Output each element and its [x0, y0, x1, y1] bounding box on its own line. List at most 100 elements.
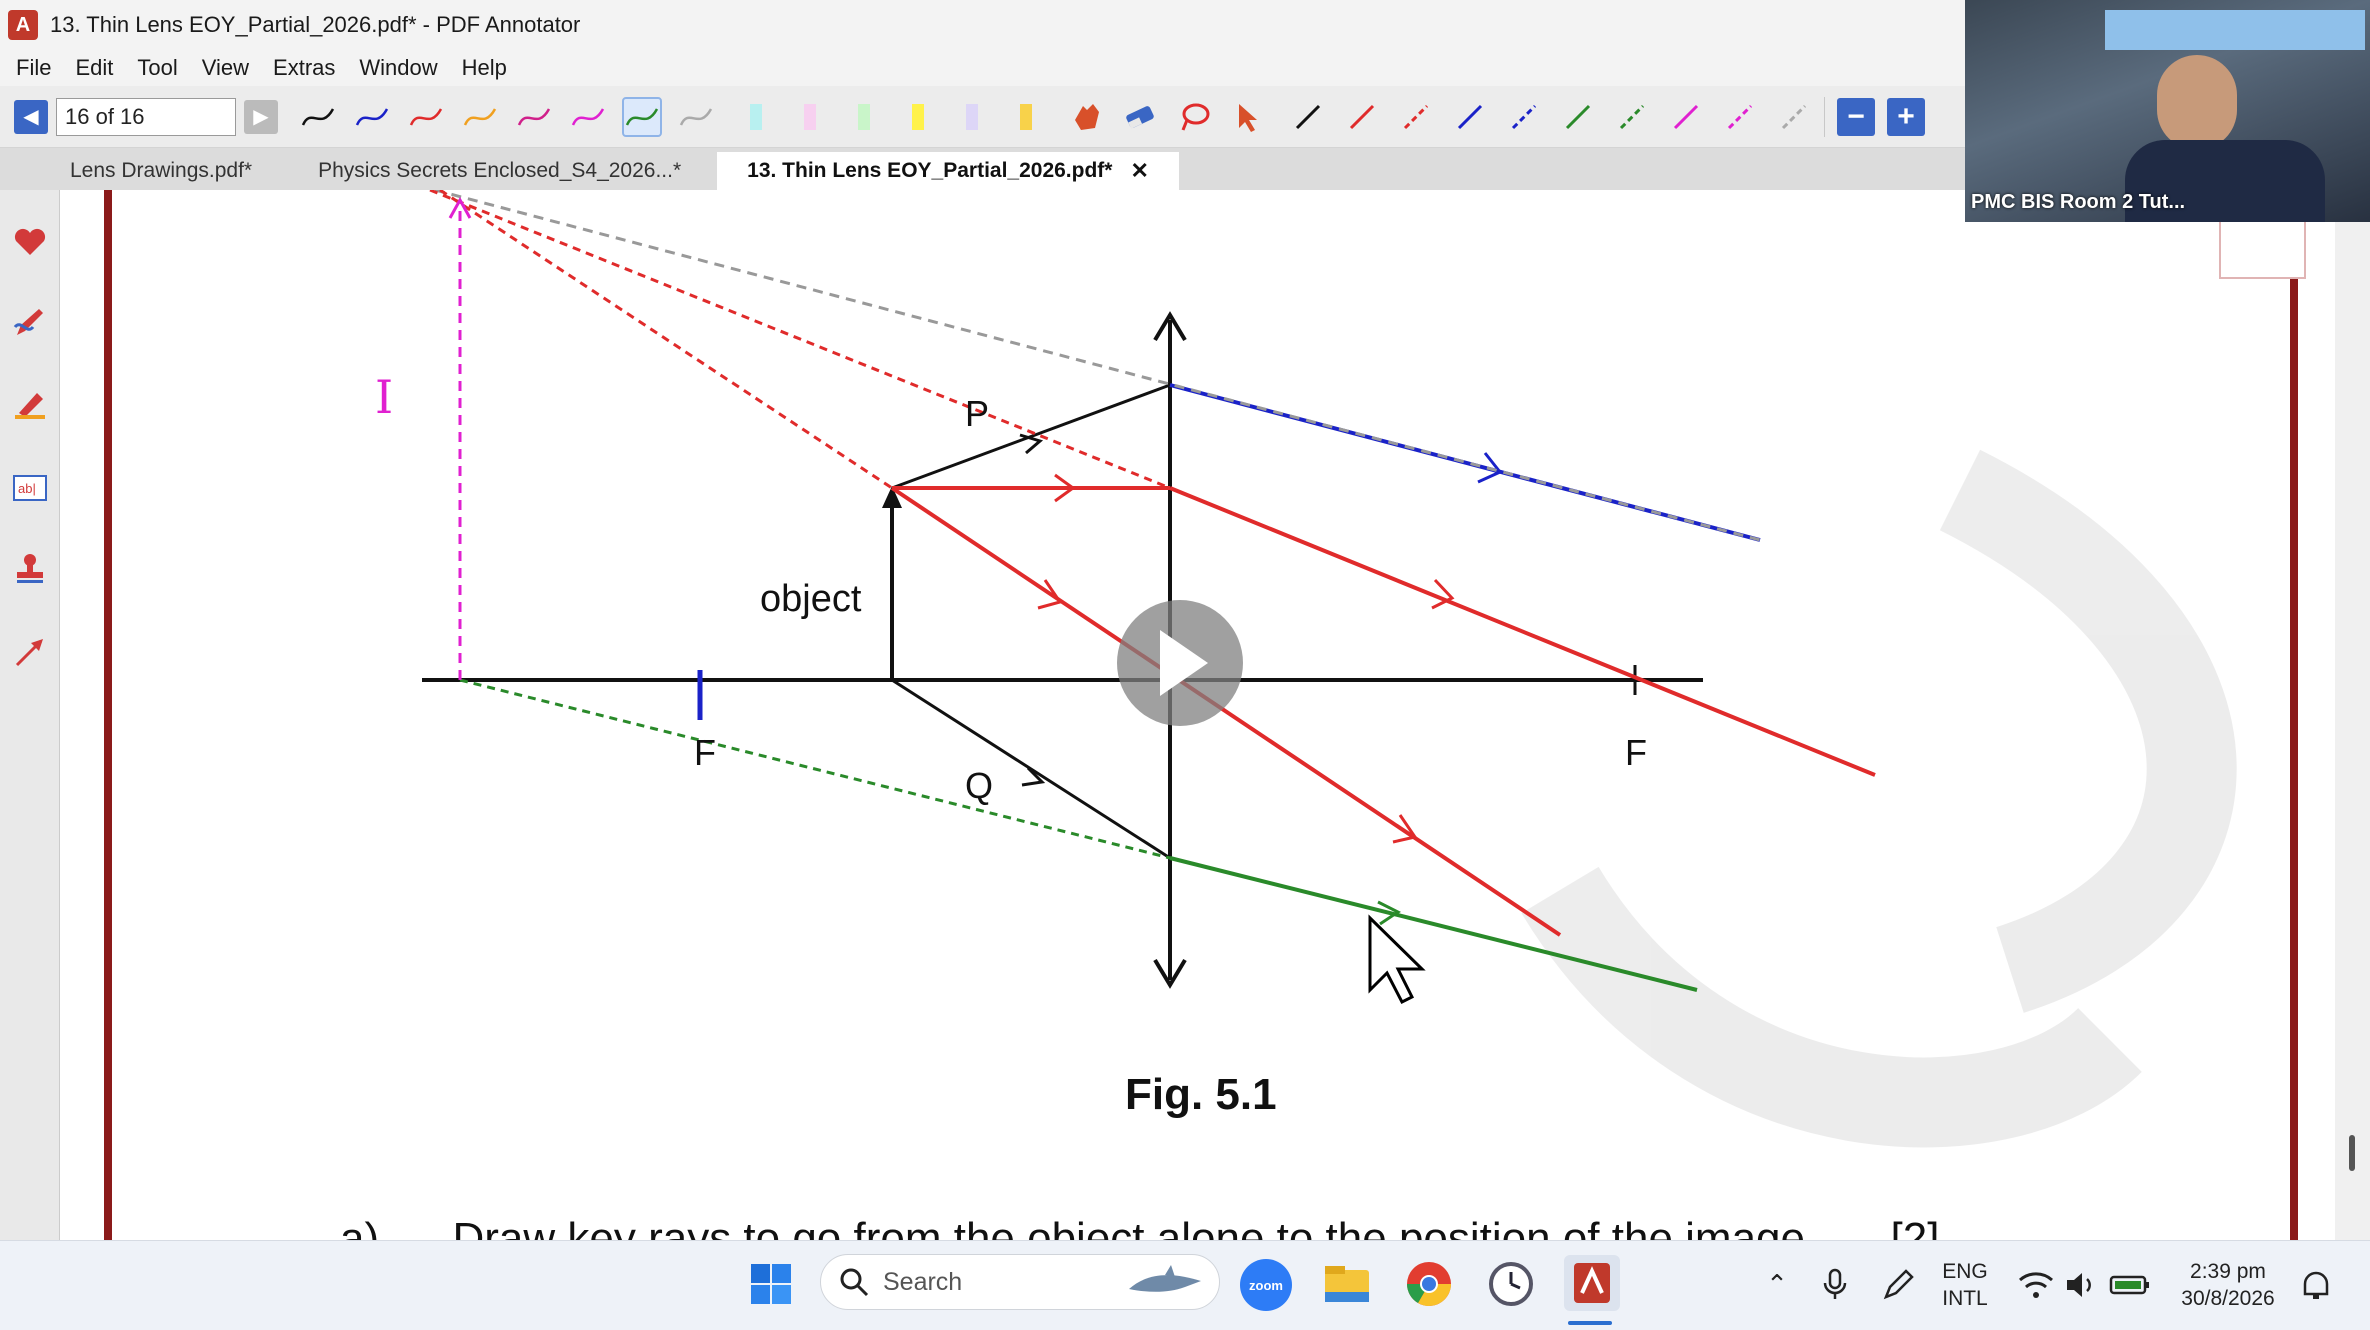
line-tools	[1288, 97, 1814, 137]
main-toolbar: ◀ ▶	[0, 86, 1965, 148]
dashed-line-green-icon[interactable]	[1612, 97, 1652, 137]
clock-display[interactable]: 2:39 pm 30/8/2026	[2166, 1253, 2290, 1317]
scrollbar-thumb[interactable]	[2349, 1135, 2355, 1171]
line-black-icon[interactable]	[1288, 97, 1328, 137]
menu-edit[interactable]: Edit	[75, 55, 113, 81]
file-explorer-icon[interactable]	[1322, 1261, 1372, 1307]
participant-name: PMC BIS Room 2 Tut...	[1971, 191, 2186, 213]
volume-icon[interactable]	[2062, 1265, 2102, 1305]
eraser-icon[interactable]	[1120, 97, 1160, 137]
virtual-ray-red-1	[429, 190, 1171, 490]
search-icon	[840, 1268, 869, 1297]
highlighter-pink-icon[interactable]	[790, 97, 830, 137]
page-number-field[interactable]	[56, 97, 236, 136]
menu-window[interactable]: Window	[359, 55, 437, 81]
pdf-page-view[interactable]: P Q object F F I Fig. 5.1 a) Draw key ra…	[60, 190, 2335, 1240]
wifi-icon[interactable]	[2016, 1265, 2056, 1305]
notification-icon[interactable]	[2296, 1265, 2336, 1305]
ray-p	[891, 383, 1171, 490]
menu-file[interactable]: File	[16, 55, 51, 81]
virtual-ray-red-2	[439, 190, 893, 490]
tab-label: 13. Thin Lens EOY_Partial_2026.pdf*	[747, 159, 1113, 182]
menu-help[interactable]: Help	[462, 55, 507, 81]
label-p: P	[965, 393, 990, 434]
pen-black-icon[interactable]	[298, 97, 338, 137]
highlighter-lavender-icon[interactable]	[952, 97, 992, 137]
highlighter-gold-icon[interactable]	[1006, 97, 1046, 137]
windows-taskbar: Search zoom ⌃ ENG INTL 2:39 pm 30/8/2026	[0, 1240, 2370, 1330]
pen-blue-icon[interactable]	[352, 97, 392, 137]
tab-thin-lens[interactable]: 13. Thin Lens EOY_Partial_2026.pdf* ✕	[717, 152, 1179, 190]
tab-lens-drawings[interactable]: Lens Drawings.pdf*	[40, 152, 282, 190]
previous-page-button[interactable]: ◀	[14, 99, 48, 134]
figure-caption: Fig. 5.1	[1125, 1070, 1277, 1119]
next-page-button[interactable]: ▶	[244, 99, 278, 134]
watermark-logo	[1521, 449, 2237, 1148]
tab-label: Physics Secrets Enclosed_S4_2026...*	[318, 159, 682, 182]
menu-tool[interactable]: Tool	[137, 55, 177, 81]
start-icon[interactable]	[748, 1261, 794, 1307]
label-f-left: F	[694, 732, 716, 773]
tab-physics-secrets[interactable]: Physics Secrets Enclosed_S4_2026...*	[288, 152, 711, 190]
chevron-up-icon[interactable]: ⌃	[1762, 1269, 1792, 1299]
taskbar-search-box[interactable]: Search	[820, 1254, 1220, 1310]
stamp-icon[interactable]	[8, 546, 52, 590]
dashed-line-blue-icon[interactable]	[1504, 97, 1544, 137]
document-tabs: Lens Drawings.pdf* Physics Secrets Enclo…	[0, 148, 1965, 190]
question-text: a) Draw key rays to go from the object a…	[340, 1214, 1940, 1240]
refracted-ray-red	[1169, 486, 1876, 777]
dashed-line-red-icon[interactable]	[1396, 97, 1436, 137]
arrow-tool-icon[interactable]	[8, 630, 52, 674]
label-q: Q	[965, 765, 994, 806]
zoom-out-button[interactable]: −	[1837, 97, 1875, 136]
lang-top: ENG	[1942, 1260, 1988, 1283]
heart-icon[interactable]	[8, 220, 52, 264]
clock-date: 30/8/2026	[2181, 1287, 2275, 1310]
line-green-icon[interactable]	[1558, 97, 1598, 137]
pdf-annotator-app-icon[interactable]: A	[8, 10, 38, 40]
zoom-app-icon[interactable]: zoom	[1240, 1259, 1292, 1311]
dashed-line-gray-icon[interactable]	[1774, 97, 1814, 137]
vertical-scrollbar[interactable]	[2335, 190, 2370, 1240]
lasso-icon[interactable]	[1174, 97, 1214, 137]
favorites-sidebar: ab|	[0, 190, 60, 1240]
active-app-indicator	[1568, 1321, 1612, 1325]
zoom-in-button[interactable]: +	[1887, 97, 1925, 136]
pen-magenta-icon[interactable]	[568, 97, 608, 137]
mouse-cursor-icon	[1368, 914, 1426, 1005]
pen-red-icon[interactable]	[406, 97, 446, 137]
line-magenta-icon[interactable]	[1666, 97, 1706, 137]
pen-gray-icon[interactable]	[676, 97, 716, 137]
video-call-tile[interactable]: PMC BIS Room 2 Tut...	[1965, 0, 2370, 222]
dashed-line-magenta-icon[interactable]	[1720, 97, 1760, 137]
menu-view[interactable]: View	[202, 55, 249, 81]
label-object: object	[760, 578, 862, 620]
pdf-annotator-taskbar-icon[interactable]	[1564, 1255, 1620, 1311]
chrome-icon[interactable]	[1404, 1259, 1454, 1309]
pen-pink-icon[interactable]	[514, 97, 554, 137]
pen-green-icon[interactable]	[622, 96, 662, 137]
close-tab-icon[interactable]: ✕	[1130, 158, 1148, 184]
clock-app-icon[interactable]	[1486, 1259, 1536, 1309]
highlighter-green-icon[interactable]	[844, 97, 884, 137]
toolbar-divider	[1824, 96, 1825, 137]
language-indicator[interactable]: ENG INTL	[1930, 1255, 2000, 1315]
highlighter-cyan-icon[interactable]	[736, 97, 776, 137]
microphone-icon[interactable]	[1816, 1265, 1856, 1305]
highlighter-tool-icon[interactable]	[8, 382, 52, 426]
battery-icon[interactable]	[2108, 1265, 2152, 1305]
pen-orange-icon[interactable]	[460, 97, 500, 137]
menu-extras[interactable]: Extras	[273, 55, 335, 81]
highlighter-yellow-icon[interactable]	[898, 97, 938, 137]
pen-tool-icon[interactable]	[8, 300, 52, 344]
ray-p-arrow	[1019, 433, 1044, 455]
text-box-icon[interactable]: ab|	[8, 466, 52, 510]
select-arrow-icon[interactable]	[1228, 97, 1268, 137]
participant-face	[2157, 55, 2237, 150]
play-button-overlay	[1117, 600, 1243, 726]
hand-icon[interactable]	[1066, 97, 1106, 137]
line-red-icon[interactable]	[1342, 97, 1382, 137]
ray-q-arrow	[1021, 766, 1046, 787]
pen-menu-icon[interactable]	[1878, 1265, 1918, 1305]
line-blue-icon[interactable]	[1450, 97, 1490, 137]
